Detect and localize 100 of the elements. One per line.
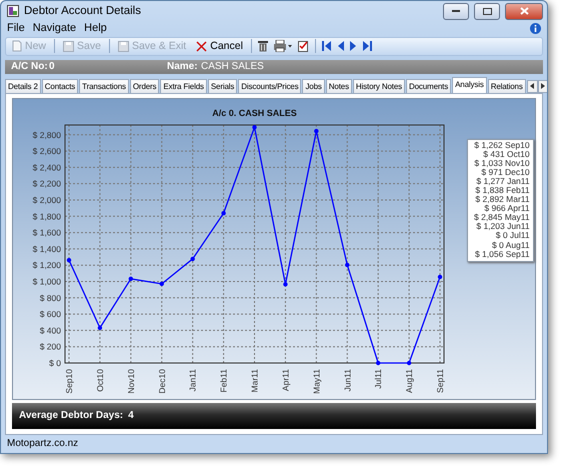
legend-entry: $ 971 Dec10 bbox=[481, 168, 530, 177]
last-record-button[interactable] bbox=[362, 41, 372, 52]
menu-item[interactable]: File bbox=[7, 22, 25, 34]
legend-entry: $ 1,838 Feb11 bbox=[475, 186, 530, 196]
x-tick-label: Jun11 bbox=[342, 368, 352, 392]
toolbar-button[interactable]: Cancel bbox=[194, 40, 245, 52]
y-tick-label: $ 0 bbox=[49, 358, 61, 368]
tab[interactable]: Relations bbox=[488, 78, 526, 93]
y-tick-label: $ 1,400 bbox=[32, 243, 61, 254]
data-point bbox=[283, 282, 288, 286]
menu-item[interactable]: Help bbox=[84, 22, 107, 34]
data-point bbox=[376, 360, 380, 365]
tab[interactable]: Orders bbox=[130, 78, 160, 93]
data-point bbox=[160, 281, 164, 286]
scroll-right-button[interactable] bbox=[538, 80, 547, 93]
tab[interactable]: Transactions bbox=[79, 78, 129, 93]
y-tick-label: $ 1,200 bbox=[32, 260, 61, 270]
account-value: 0 bbox=[49, 61, 56, 72]
tab[interactable]: Analysis bbox=[452, 76, 487, 93]
print-button[interactable] bbox=[274, 40, 292, 52]
info-icon bbox=[530, 22, 541, 34]
x-tick-label: Dec10 bbox=[156, 368, 167, 394]
minimize-icon bbox=[452, 10, 460, 13]
x-tick-label: Sep11 bbox=[435, 368, 445, 392]
x-tick-label: May11 bbox=[311, 368, 322, 394]
tab[interactable]: History Notes bbox=[352, 78, 405, 93]
x-tick-label: Sep10 bbox=[64, 368, 74, 394]
checklist-icon bbox=[298, 40, 309, 52]
checklist-button[interactable] bbox=[298, 40, 309, 52]
next-icon bbox=[350, 41, 357, 52]
printer-icon bbox=[274, 40, 292, 52]
data-point bbox=[128, 276, 134, 281]
status-text: Motopartz.co.nz bbox=[6, 437, 80, 452]
data-point bbox=[314, 128, 319, 133]
y-tick-label: $ 800 bbox=[40, 292, 61, 302]
data-point bbox=[190, 256, 195, 261]
close-icon bbox=[520, 7, 528, 16]
legend-entry: $ 0 Aug11 bbox=[492, 240, 530, 250]
data-point bbox=[252, 124, 257, 130]
cancel-icon bbox=[196, 40, 208, 52]
chart-title: A/c 0. CASH SALES bbox=[212, 108, 297, 118]
legend-entry: $ 966 Apr11 bbox=[484, 204, 530, 214]
data-point bbox=[98, 325, 102, 330]
x-tick-label: Jul11 bbox=[373, 368, 384, 388]
minimize-button[interactable] bbox=[443, 2, 469, 20]
next-record-button[interactable] bbox=[350, 41, 357, 52]
tab[interactable]: Documents bbox=[406, 78, 452, 93]
name-value: CASH SALES bbox=[201, 61, 264, 72]
x-tick-label: Feb11 bbox=[218, 368, 229, 392]
x-tick-label: Mar11 bbox=[250, 368, 260, 392]
y-tick-label: $ 2,200 bbox=[32, 178, 61, 188]
left-arrow-icon bbox=[530, 83, 534, 90]
tab[interactable]: Notes bbox=[326, 78, 352, 93]
previous-record-button[interactable] bbox=[336, 41, 344, 52]
data-point bbox=[221, 210, 226, 215]
tab[interactable]: Serials bbox=[208, 78, 238, 93]
trash-icon bbox=[258, 40, 268, 52]
data-point bbox=[345, 262, 350, 267]
y-tick-label: $ 2,400 bbox=[32, 162, 61, 172]
x-tick-label: Oct10 bbox=[94, 368, 105, 392]
y-tick-label: $ 1,000 bbox=[32, 276, 61, 286]
legend-entry: $ 431 Oct10 bbox=[483, 150, 530, 159]
last-icon bbox=[362, 41, 372, 52]
legend-entry: $ 1,056 Sep11 bbox=[474, 250, 530, 259]
x-tick-label: Aug11 bbox=[404, 368, 414, 392]
tab[interactable]: Details 2 bbox=[5, 78, 41, 93]
right-arrow-icon bbox=[541, 83, 546, 90]
close-button[interactable] bbox=[505, 2, 543, 20]
legend-entry: $ 2,845 May11 bbox=[474, 213, 530, 222]
data-point bbox=[438, 274, 442, 279]
previous-icon bbox=[336, 41, 344, 52]
first-icon bbox=[322, 41, 331, 52]
x-tick-label: Nov10 bbox=[126, 368, 136, 394]
menu-item[interactable]: Navigate bbox=[32, 22, 76, 34]
tab[interactable]: Extra Fields bbox=[160, 78, 207, 93]
legend-entry: $ 1,277 Jan11 bbox=[476, 176, 530, 186]
name-label: Name: bbox=[167, 61, 199, 72]
page-icon bbox=[12, 40, 22, 52]
data-point bbox=[406, 360, 412, 365]
x-tick-label: Jan11 bbox=[188, 368, 198, 392]
legend-entry: $ 1,033 Nov10 bbox=[474, 158, 530, 168]
y-tick-label: $ 600 bbox=[40, 308, 61, 319]
tab[interactable]: Jobs bbox=[302, 78, 325, 93]
data-point bbox=[66, 257, 72, 262]
account-label: A/C No: bbox=[11, 61, 49, 72]
first-record-button[interactable] bbox=[322, 41, 331, 52]
window-title: Debtor Account Details bbox=[24, 5, 142, 18]
legend-entry: $ 1,203 Jun11 bbox=[476, 222, 530, 232]
tab[interactable]: Discounts/Prices bbox=[238, 78, 302, 93]
delete-button[interactable] bbox=[258, 40, 268, 52]
legend-entry: $ 0 Jul11 bbox=[496, 231, 530, 241]
scroll-left-button[interactable] bbox=[526, 80, 538, 93]
summary-value: 4 bbox=[128, 410, 134, 422]
maximize-button[interactable] bbox=[474, 2, 500, 20]
summary-label: Average Debtor Days: bbox=[19, 410, 124, 422]
y-tick-label: $ 2,800 bbox=[32, 129, 61, 140]
tab[interactable]: Contacts bbox=[42, 78, 78, 93]
x-tick-label: Apr11 bbox=[280, 368, 290, 391]
y-tick-label: $ 2,000 bbox=[32, 194, 61, 205]
legend-entry: $ 1,262 Sep10 bbox=[474, 140, 530, 150]
